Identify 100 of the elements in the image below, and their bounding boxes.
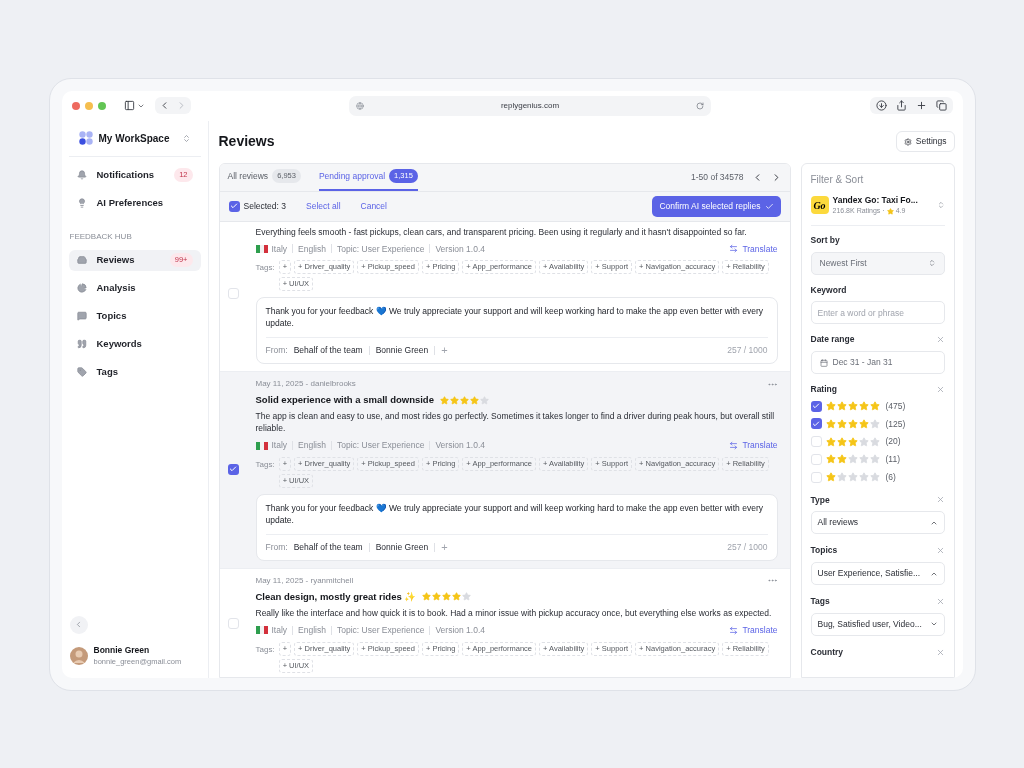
- star-icon: [847, 454, 858, 465]
- translate-link[interactable]: Translate: [729, 624, 778, 637]
- switch-icon[interactable]: [181, 133, 191, 143]
- star-icon: [836, 454, 847, 465]
- checkbox[interactable]: [810, 436, 822, 448]
- review-text: Really like the interface and how quick it is to book. Had a minor issue with pickup accuracy once, but everything else works as expected.: [255, 607, 773, 619]
- inbox-icon: [76, 255, 87, 265]
- version-label: Version 1.0.4: [435, 624, 485, 637]
- star-icon: [847, 472, 858, 483]
- country-label: Italy: [271, 242, 288, 256]
- star-icon: [858, 436, 869, 447]
- gear-icon: [903, 137, 912, 146]
- calendar-icon: [819, 358, 828, 367]
- app-logo: Go: [810, 196, 829, 215]
- nav-item[interactable]: Keywords: [68, 333, 201, 355]
- review-meta: May 11, 2025 - danielbrooks: [255, 378, 356, 390]
- flag-icon: [255, 244, 268, 253]
- collapse-button[interactable]: [69, 615, 88, 634]
- swap-icon: [729, 441, 739, 451]
- char-counter: 257 / 1000: [727, 541, 768, 554]
- sort-select[interactable]: Newest First: [810, 251, 945, 275]
- settings-button[interactable]: Settings: [895, 131, 955, 152]
- author-option[interactable]: Bonnie Green: [375, 541, 429, 554]
- star-icon: [869, 401, 880, 412]
- tabs-icon[interactable]: [935, 100, 947, 111]
- from-label: From:: [265, 344, 288, 357]
- rating-count: (6): [885, 470, 896, 484]
- nav-item[interactable]: AI Preferences: [68, 192, 201, 214]
- dropdown-select[interactable]: Bug, Satisfied user, Video...: [810, 612, 945, 636]
- rating-count: (475): [885, 399, 906, 413]
- dropdown-select[interactable]: User Experience, Satisfie...: [810, 562, 945, 585]
- tag-icon: [76, 367, 87, 377]
- address-bar[interactable]: replygenius.com: [349, 95, 711, 116]
- nav-item[interactable]: Tags: [68, 361, 201, 383]
- field-label: Rating: [810, 383, 837, 396]
- star-icon: [869, 418, 880, 429]
- avatar: [69, 646, 88, 665]
- translate-link[interactable]: Translate: [729, 439, 778, 452]
- download-icon[interactable]: [875, 100, 887, 111]
- star-icon: [886, 208, 894, 215]
- clear-icon[interactable]: [935, 335, 945, 345]
- switch-icon[interactable]: [936, 201, 945, 210]
- clear-icon[interactable]: [935, 596, 945, 606]
- checkbox[interactable]: [810, 418, 822, 430]
- nav-label: Topics: [96, 308, 128, 323]
- select-all-link[interactable]: Select all: [306, 199, 341, 213]
- author-option[interactable]: Bonnie Green: [375, 344, 429, 357]
- new-tab-icon[interactable]: [915, 100, 927, 111]
- checkbox[interactable]: [810, 453, 822, 465]
- nav-label: Keywords: [96, 336, 143, 351]
- panel-title: Filter & Sort: [810, 172, 865, 187]
- reply-text[interactable]: Thank you for your feedback 💙 We truly appreciate your support and will keep working hard to make the app even better with every update.: [265, 305, 768, 330]
- team-option[interactable]: Behalf of the team: [293, 344, 363, 357]
- nav-label: Tags: [96, 364, 119, 379]
- bell-icon: [76, 170, 87, 180]
- chevron-icon: [927, 259, 936, 267]
- tags-label: Tags:: [255, 459, 275, 471]
- reload-icon[interactable]: [696, 101, 704, 110]
- topic-label: Topic: User Experience: [337, 439, 425, 452]
- clear-icon[interactable]: [935, 384, 945, 394]
- checkbox[interactable]: [227, 287, 239, 299]
- clear-icon[interactable]: [935, 546, 945, 556]
- translate-link[interactable]: Translate: [729, 242, 778, 256]
- checkbox[interactable]: [810, 471, 822, 483]
- swap-icon: [729, 244, 739, 254]
- topic-label: Topic: User Experience: [337, 624, 425, 637]
- team-option[interactable]: Behalf of the team: [293, 541, 363, 554]
- star-icon: [858, 472, 869, 483]
- reply-text[interactable]: Thank you for your feedback 💙 We truly appreciate your support and will keep working hard to make the app even better with every update.: [265, 502, 768, 526]
- tags-label: Tags:: [255, 262, 275, 275]
- cancel-link[interactable]: Cancel: [360, 199, 387, 213]
- star-icon: [869, 436, 880, 447]
- keyword-field[interactable]: Enter a word or phrase: [810, 301, 945, 325]
- language-label: English: [298, 439, 326, 452]
- star-icon: [452, 592, 462, 602]
- nav-item[interactable]: Analysis: [68, 277, 201, 299]
- star-icon: [825, 401, 836, 412]
- version-label: Version 1.0.4: [435, 439, 485, 452]
- star-icon: [869, 472, 880, 483]
- chevron-left-icon: [74, 620, 83, 629]
- share-icon[interactable]: [895, 100, 907, 111]
- confirm-button[interactable]: Confirm AI selected replies: [652, 195, 781, 217]
- checkbox[interactable]: [227, 618, 239, 630]
- review-meta: May 11, 2025 - ryanmitchell: [255, 574, 354, 587]
- nav-label: Reviews: [96, 252, 136, 267]
- nav-item[interactable]: Topics: [68, 305, 201, 327]
- clear-icon[interactable]: [935, 647, 945, 657]
- field-label: Type: [810, 493, 830, 507]
- clear-icon[interactable]: [935, 495, 945, 505]
- checkbox[interactable]: [228, 200, 240, 212]
- workspace-name[interactable]: My WorkSpace: [98, 130, 182, 146]
- from-label: From:: [265, 541, 288, 554]
- checkbox[interactable]: [227, 463, 239, 475]
- star-icon: [858, 454, 869, 465]
- star-icon: [836, 401, 847, 412]
- date-field[interactable]: Dec 31 - Jan 31: [810, 351, 945, 374]
- rating-count: (125): [885, 417, 906, 431]
- star-icon: [825, 436, 836, 447]
- checkbox[interactable]: [810, 400, 822, 412]
- dropdown-select[interactable]: All reviews: [810, 511, 945, 535]
